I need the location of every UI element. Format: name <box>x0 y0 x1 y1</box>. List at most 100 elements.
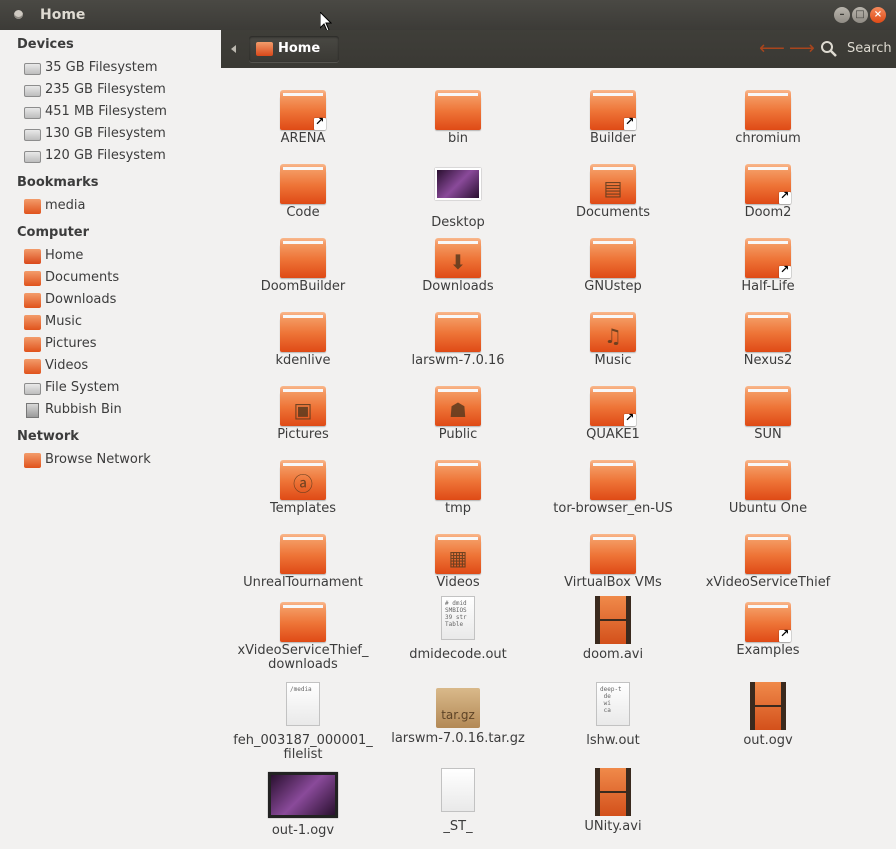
sidebar-item-label: Music <box>45 314 82 329</box>
file-item[interactable]: ARENA <box>228 84 378 146</box>
file-name: Examples <box>736 643 800 658</box>
file-item[interactable]: GNUstep <box>538 232 688 294</box>
sidebar-item-home[interactable]: Home <box>24 247 214 267</box>
back-arrow-icon[interactable]: ⟵ <box>759 40 785 58</box>
breadcrumb-home[interactable]: Home <box>249 36 339 62</box>
file-item[interactable]: doom.avi <box>538 596 688 662</box>
sidebar-item-media[interactable]: media <box>24 197 214 217</box>
file-item[interactable]: Examples <box>693 596 843 658</box>
file-item[interactable]: tar.gz larswm-7.0.16.tar.gz <box>383 682 533 746</box>
file-item[interactable]: Builder <box>538 84 688 146</box>
file-item[interactable]: out.ogv <box>693 682 843 748</box>
file-item[interactable]: QUAKE1 <box>538 380 688 442</box>
network-heading: Network <box>17 429 79 444</box>
file-item[interactable]: out-1.ogv <box>228 768 378 838</box>
file-item[interactable]: /media feh_003187_000001_ filelist <box>228 682 378 762</box>
file-item[interactable]: SUN <box>693 380 843 442</box>
file-name: QUAKE1 <box>586 427 640 442</box>
file-item[interactable]: Desktop <box>383 158 533 230</box>
forward-arrow-icon[interactable]: ⟶ <box>789 40 815 58</box>
videos-folder-icon <box>24 359 41 374</box>
file-item[interactable]: Ubuntu One <box>693 454 843 516</box>
folder-icon <box>693 232 843 278</box>
file-name: Nexus2 <box>743 353 793 368</box>
file-item[interactable]: UNity.avi <box>538 768 688 834</box>
file-item[interactable]: UnrealTournament <box>228 528 378 590</box>
folder-icon <box>228 84 378 130</box>
sidebar-item-label: 235 GB Filesystem <box>45 82 166 97</box>
sidebar-item-label: Rubbish Bin <box>45 402 122 417</box>
sidebar-item-documents[interactable]: Documents <box>24 269 214 289</box>
symlink-badge-icon <box>779 189 791 204</box>
sidebar-item-pictures[interactable]: Pictures <box>24 335 214 355</box>
sidebar-item-videos[interactable]: Videos <box>24 357 214 377</box>
file-item[interactable]: Doom2 <box>693 158 843 220</box>
sidebar-item-device-4[interactable]: 130 GB Filesystem <box>24 125 214 145</box>
file-item[interactable]: ▤ Documents <box>538 158 688 220</box>
home-folder-icon <box>24 249 41 264</box>
sidebar-item-downloads[interactable]: Downloads <box>24 291 214 311</box>
sidebar-item-browse-network[interactable]: Browse Network <box>24 451 214 471</box>
file-item[interactable]: ▦ Videos <box>383 528 533 590</box>
folder-icon <box>228 158 378 204</box>
file-item[interactable]: deep-t de wi ca lshw.out <box>538 682 688 748</box>
maximize-button[interactable]: □ <box>852 7 868 23</box>
folder-icon: ▣ <box>228 380 378 426</box>
sidebar-item-device-1[interactable]: 35 GB Filesystem <box>24 59 214 79</box>
file-item[interactable]: ☗ Public <box>383 380 533 442</box>
sidebar-item-rubbish-bin[interactable]: Rubbish Bin <box>24 401 214 421</box>
sidebar-item-label: Home <box>45 248 84 263</box>
file-item[interactable]: ▣ Pictures <box>228 380 378 442</box>
file-item[interactable]: tor-browser_en-US <box>538 454 688 516</box>
folder-icon <box>538 84 688 130</box>
file-item[interactable]: bin <box>383 84 533 146</box>
search-icon[interactable] <box>820 40 838 58</box>
file-item[interactable]: chromium <box>693 84 843 146</box>
videos-emblem-icon: ▦ <box>448 546 468 570</box>
symlink-badge-icon <box>314 115 326 130</box>
sidebar-item-device-5[interactable]: 120 GB Filesystem <box>24 147 214 167</box>
sidebar-item-file-system[interactable]: File System <box>24 379 214 399</box>
file-item[interactable]: tmp <box>383 454 533 516</box>
file-item[interactable]: kdenlive <box>228 306 378 368</box>
file-name: Desktop <box>431 215 485 230</box>
minimize-button[interactable]: – <box>834 7 850 23</box>
file-name: SUN <box>754 427 782 442</box>
file-item[interactable]: xVideoServiceThief_ downloads <box>228 596 378 672</box>
sidebar-item-device-2[interactable]: 235 GB Filesystem <box>24 81 214 101</box>
file-item[interactable]: Code <box>228 158 378 220</box>
window-menu-icon[interactable] <box>14 10 23 19</box>
file-item[interactable]: ⬇ Downloads <box>383 232 533 294</box>
sidebar-item-label: Videos <box>45 358 89 373</box>
breadcrumb-scroll-left-icon[interactable] <box>231 45 236 53</box>
devices-heading: Devices <box>17 37 74 52</box>
folder-icon <box>383 454 533 500</box>
sidebar-item-label: Documents <box>45 270 120 285</box>
file-item[interactable]: ⓐ Templates <box>228 454 378 516</box>
sidebar-item-label: 451 MB Filesystem <box>45 104 167 119</box>
breadcrumb-label: Home <box>278 41 321 56</box>
toolbar: Home ⟵ ⟶ Search <box>221 30 896 68</box>
file-item[interactable]: DoomBuilder <box>228 232 378 294</box>
file-item[interactable]: larswm-7.0.16 <box>383 306 533 368</box>
text-file-icon <box>383 768 533 818</box>
file-name: VirtualBox VMs <box>564 575 662 590</box>
drive-icon <box>24 129 41 141</box>
drive-icon <box>24 107 41 119</box>
file-item[interactable]: _ST_ <box>383 768 533 834</box>
file-item[interactable]: Nexus2 <box>693 306 843 368</box>
file-item[interactable]: # dmid SMBIOS 39 str Table dmidecode.out <box>383 596 533 662</box>
file-name: tor-browser_en-US <box>553 501 673 516</box>
file-name: Ubuntu One <box>728 501 808 516</box>
file-item[interactable]: xVideoServiceThief <box>693 528 843 590</box>
file-item[interactable]: VirtualBox VMs <box>538 528 688 590</box>
file-name: UnrealTournament <box>243 575 363 590</box>
sidebar-item-music[interactable]: Music <box>24 313 214 333</box>
search-button-label[interactable]: Search <box>847 41 892 56</box>
folder-icon <box>228 596 378 642</box>
file-item[interactable]: ♫ Music <box>538 306 688 368</box>
file-item[interactable]: Half-Life <box>693 232 843 294</box>
sidebar-item-device-3[interactable]: 451 MB Filesystem <box>24 103 214 123</box>
file-name: Code <box>286 205 320 220</box>
close-button[interactable]: × <box>870 7 886 23</box>
